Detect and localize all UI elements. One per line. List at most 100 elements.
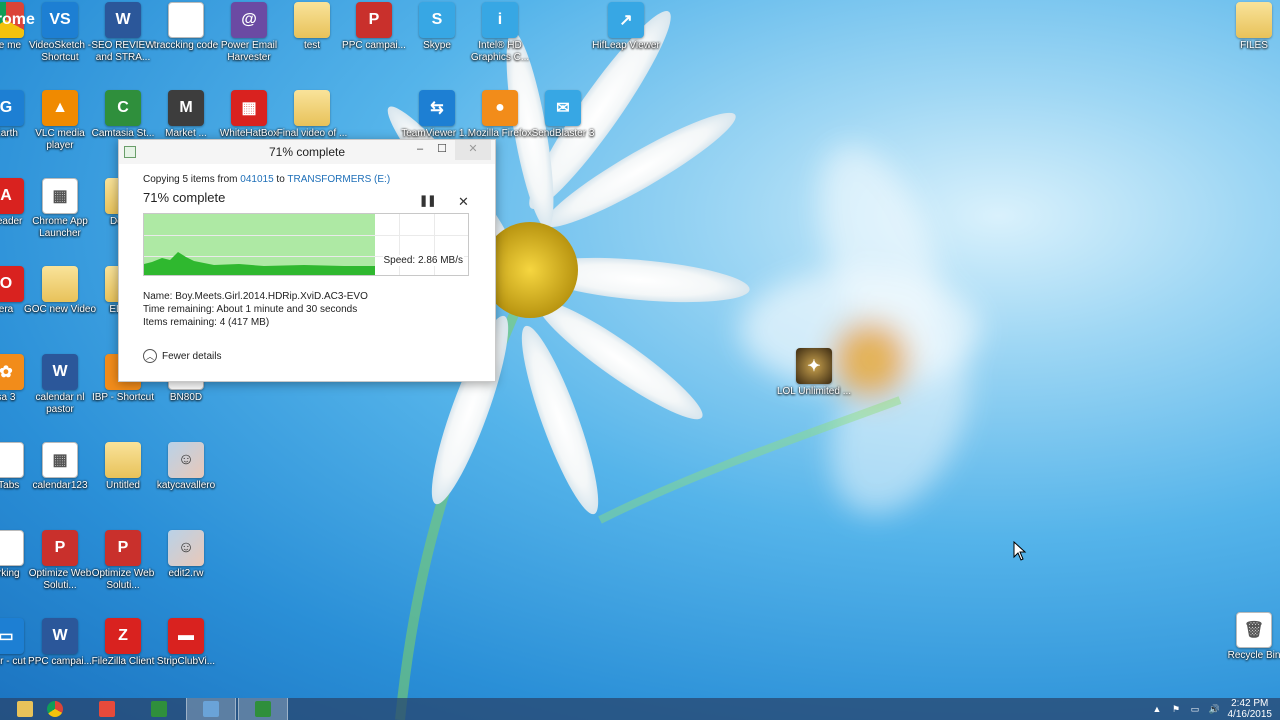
speed-graph: Speed: 2.86 MB/s [143, 213, 469, 276]
chrome-icon [47, 701, 63, 717]
clock-date: 4/16/2015 [1227, 709, 1273, 720]
network-icon[interactable]: ▭ [1190, 704, 1201, 715]
copy-summary: Copying 5 items from 041015 to TRANSFORM… [143, 174, 495, 185]
chromeapp-icon: ▦ [42, 178, 78, 214]
desktop-icon-label: HifLeap Viewer [592, 40, 660, 51]
copy-prefix: Copying 5 items from [143, 174, 238, 185]
reader-icon: A [0, 178, 24, 214]
taskbar-camtasia[interactable] [134, 698, 184, 720]
speed-label: Speed: 2.86 MB/s [382, 255, 464, 266]
desktop-icon-lol[interactable]: ✦ LOL Unlimited ... [776, 348, 852, 398]
items-remaining: Items remaining: 4 (417 MB) [143, 317, 270, 328]
taskbar-chrome[interactable] [30, 698, 80, 720]
desktop-icon-hifleap[interactable]: ↗ HifLeap Viewer [588, 2, 664, 52]
vlc-icon: ▲ [42, 90, 78, 126]
market-icon: M [168, 90, 204, 126]
filezilla-icon: Z [105, 618, 141, 654]
seo-icon: W [105, 2, 141, 38]
finalvideo-icon [294, 90, 330, 126]
fewer-details-toggle[interactable]: ︿ Fewer details [143, 349, 495, 363]
computer-icon: ▭ [0, 618, 24, 654]
taskbar-control-panel[interactable] [186, 698, 236, 720]
minimize-button[interactable]: – [409, 140, 431, 160]
camtasia-icon: C [105, 90, 141, 126]
optimize2-icon: P [105, 530, 141, 566]
action-center-icon[interactable]: ⚑ [1171, 704, 1182, 715]
desktop-icon-stripclub[interactable]: ▬ StripClubVi... [148, 618, 224, 668]
intel-icon: i [482, 2, 518, 38]
firefox-icon: ● [482, 90, 518, 126]
source-link[interactable]: 041015 [240, 174, 273, 185]
clock-time: 2:42 PM [1231, 698, 1269, 709]
dialog-titlebar[interactable]: 71% complete – ☐ ✕ [119, 140, 495, 164]
untitled-icon [105, 442, 141, 478]
picasa-icon: ✿ [0, 354, 24, 390]
skype-icon: S [419, 2, 455, 38]
system-tray: ▲ ⚑ ▭ 🔊 2:42 PM 4/16/2015 [1152, 698, 1273, 720]
lol-icon: ✦ [796, 348, 832, 384]
cancel-button[interactable]: ✕ [458, 194, 469, 210]
hifleap-icon: ↗ [608, 2, 644, 38]
stripclub-icon: ▬ [168, 618, 204, 654]
test-icon [294, 2, 330, 38]
desktop-icon-label: StripClubVi... [156, 656, 216, 667]
ppc2-icon: W [42, 618, 78, 654]
destination-link[interactable]: TRANSFORMERS (E:) [287, 174, 390, 185]
files-icon [1236, 2, 1272, 38]
desktop-icon-finalvideo[interactable]: Final video of ... [274, 90, 350, 140]
chevron-up-icon: ︿ [143, 349, 157, 363]
taskbar-clock[interactable]: 2:42 PM 4/16/2015 [1228, 698, 1273, 720]
control-panel-icon [203, 701, 219, 717]
show-hidden-icons-icon[interactable]: ▲ [1152, 704, 1163, 715]
desktop-icon-label: SendBlaster 3 [531, 128, 595, 139]
file-name: Name: Boy.Meets.Girl.2014.HDRip.XviD.AC3… [143, 291, 368, 302]
to-word: to [276, 174, 285, 185]
volume-icon[interactable]: 🔊 [1209, 704, 1220, 715]
recycle-icon: 🗑 [1236, 612, 1272, 648]
optimize1-icon: P [42, 530, 78, 566]
sendblaster-icon: ✉ [545, 90, 581, 126]
ppc1-icon: P [356, 2, 392, 38]
calendar-icon: W [42, 354, 78, 390]
desktop-icon-recycle[interactable]: 🗑 Recycle Bin [1216, 612, 1280, 662]
videosketch-icon: VS [42, 2, 78, 38]
camtasia-icon [151, 701, 167, 717]
copy-details: Name: Boy.Meets.Girl.2014.HDRip.XviD.AC3… [143, 290, 495, 329]
app-launcher-icon [99, 701, 115, 717]
tabs-icon [0, 442, 24, 478]
pause-button[interactable]: ❚❚ [419, 194, 436, 207]
close-button[interactable]: ✕ [455, 140, 491, 160]
time-remaining: Time remaining: About 1 minute and 30 se… [143, 304, 358, 315]
katy-icon: ☺ [168, 442, 204, 478]
opera-icon: O [0, 266, 24, 302]
desktop-icon-intel[interactable]: i Intel® HD Graphics C... [462, 2, 538, 64]
desktop-icon-label: FILES [1240, 40, 1268, 51]
edit2-icon: ☺ [168, 530, 204, 566]
powermail-icon: @ [231, 2, 267, 38]
calendar123-icon: ▦ [42, 442, 78, 478]
desktop-icon-label: edit2.rw [168, 568, 204, 579]
desktop-icon-edit2[interactable]: ☺ edit2.rw [148, 530, 224, 580]
goc-icon [42, 266, 78, 302]
desktop-icon-sendblaster[interactable]: ✉ SendBlaster 3 [525, 90, 601, 140]
desktop-icon-label: BN80D [169, 392, 203, 403]
camtasia-recorder-icon [255, 701, 271, 717]
desktop-icon-label: Recycle Bin [1227, 650, 1280, 661]
earth-icon: G [0, 90, 24, 126]
desktop-icon-katy[interactable]: ☺ katycavallero [148, 442, 224, 492]
taskbar-app-launcher[interactable] [82, 698, 132, 720]
progress-heading: 71% complete [143, 190, 226, 205]
teamviewer-icon: ⇆ [419, 90, 455, 126]
desktop-icon-label: katycavallero [156, 480, 216, 491]
desktop-icon-files[interactable]: FILES [1216, 2, 1280, 52]
taskbar-camtasia-recorder[interactable] [238, 698, 288, 720]
copy-progress-dialog: 71% complete – ☐ ✕ Copying 5 items from … [118, 139, 496, 382]
taskbar: ▲ ⚑ ▭ 🔊 2:42 PM 4/16/2015 [0, 698, 1280, 720]
mouse-cursor-icon [1013, 541, 1027, 561]
desktop-icon-label: LOL Unlimited ... [776, 386, 852, 397]
maximize-button[interactable]: ☐ [431, 140, 453, 160]
traccking-icon [168, 2, 204, 38]
fewer-details-label: Fewer details [162, 350, 222, 362]
google-icon: chrome [0, 2, 35, 38]
desktop-icon-label: Intel® HD Graphics C... [470, 40, 530, 63]
